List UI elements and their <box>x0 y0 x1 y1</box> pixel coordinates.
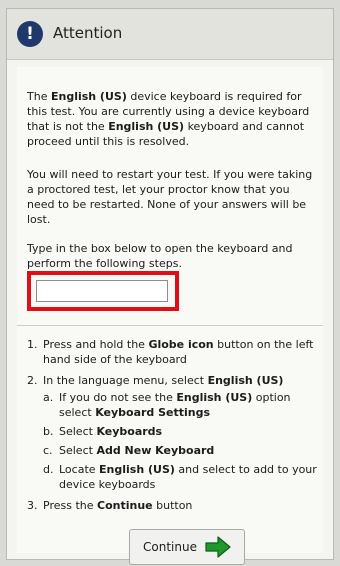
step-text: Press the <box>43 499 97 512</box>
continue-button-label: Continue <box>143 540 197 554</box>
sub-step-letter: c. <box>43 444 53 457</box>
keyboard-test-input[interactable] <box>36 280 168 302</box>
sub-step-text: Select <box>59 425 97 438</box>
step-number: 3. <box>27 499 38 512</box>
sub-step-letter: b. <box>43 425 54 438</box>
sub-step-text: Select <box>59 444 97 457</box>
dialog-header: ! Attention <box>7 9 333 60</box>
restart-text: You will need to restart your test. If y… <box>27 168 313 226</box>
green-arrow-right-icon <box>205 536 231 558</box>
step-number: 1. <box>27 338 38 351</box>
step-text-bold: Globe icon <box>148 338 214 351</box>
sub-step-text-bold: Keyboard Settings <box>95 406 211 419</box>
sub-step-text-bold: Keyboards <box>96 425 163 438</box>
sub-list-item: b. Select Keyboards <box>43 424 319 439</box>
sub-step-text-bold: Add New Keyboard <box>96 444 215 457</box>
step-text: In the language menu, select <box>43 374 208 387</box>
list-item: 3. Press the Continue button <box>27 498 319 513</box>
intro-text-bold: English (US) <box>108 120 185 133</box>
intro-text: The English (US) device keyboard is requ… <box>27 89 319 149</box>
exclamation-circle-icon: ! <box>17 21 43 47</box>
sub-step-letter: a. <box>43 391 54 404</box>
input-highlight-box <box>27 271 179 311</box>
step-text: Press and hold the <box>43 338 149 351</box>
intro-text-part: The <box>27 90 51 103</box>
steps-list: 1. Press and hold the Globe icon button … <box>27 337 319 519</box>
dialog-body: The English (US) device keyboard is requ… <box>17 67 323 565</box>
list-item: 1. Press and hold the Globe icon button … <box>27 337 319 367</box>
dialog-title: Attention <box>53 24 123 42</box>
step-text-bold: English (US) <box>207 374 284 387</box>
sub-step-text-bold: English (US) <box>176 391 253 404</box>
sub-step-letter: d. <box>43 463 54 476</box>
attention-dialog: ! Attention The English (US) device keyb… <box>6 8 334 565</box>
sub-list-item: d. Locate English (US) and select to add… <box>43 462 319 492</box>
sub-step-text: If you do not see the <box>59 391 177 404</box>
sub-step-text: Locate <box>59 463 100 476</box>
divider <box>17 325 323 326</box>
step-text: button <box>152 499 193 512</box>
sub-list-item: c. Select Add New Keyboard <box>43 443 319 458</box>
sub-step-text-bold: English (US) <box>99 463 175 476</box>
step-text-bold: Continue <box>97 499 153 512</box>
sub-list-item: a. If you do not see the English (US) op… <box>43 390 319 420</box>
type-instruction: Type in the box below to open the keyboa… <box>27 242 293 270</box>
intro-text-bold: English (US) <box>50 90 127 103</box>
continue-button[interactable]: Continue <box>129 529 245 565</box>
step-number: 2. <box>27 374 38 387</box>
list-item: 2. In the language menu, select English … <box>27 373 319 492</box>
